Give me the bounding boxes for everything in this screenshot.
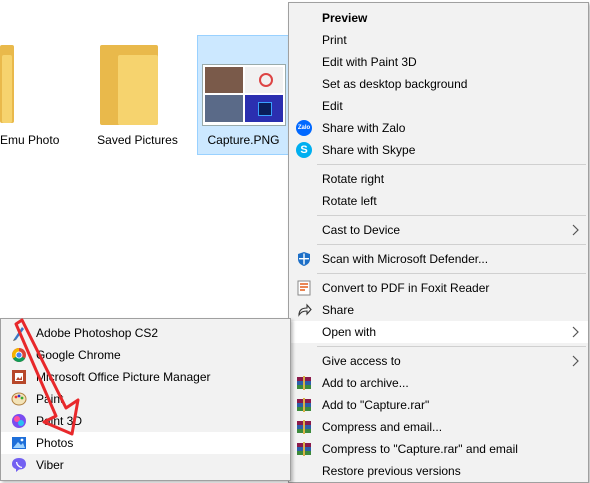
file-label: Capture.PNG xyxy=(207,133,280,147)
folder-icon xyxy=(100,45,160,127)
context-menu: Preview Print Edit with Paint 3D Set as … xyxy=(288,2,589,483)
menu-separator xyxy=(317,346,586,347)
menu-item-print[interactable]: Print xyxy=(289,29,588,51)
menu-item-cast-to-device[interactable]: Cast to Device xyxy=(289,219,588,241)
menu-item-edit-paint3d[interactable]: Edit with Paint 3D xyxy=(289,51,588,73)
folder-tile-saved-pictures[interactable]: Saved Pictures xyxy=(90,0,185,160)
winrar-icon xyxy=(297,376,311,390)
menu-item-share-skype[interactable]: S Share with Skype xyxy=(289,139,588,161)
menu-item-scan-defender[interactable]: Scan with Microsoft Defender... xyxy=(289,248,588,270)
chevron-right-icon xyxy=(572,355,579,367)
menu-item-add-to-capture-rar[interactable]: Add to "Capture.rar" xyxy=(289,394,588,416)
chevron-right-icon xyxy=(572,326,579,338)
winrar-icon xyxy=(297,442,311,456)
winrar-icon xyxy=(297,398,311,412)
folder-tile-emu-photo[interactable]: Emu Photo xyxy=(0,0,70,160)
app-item-viber[interactable]: Viber xyxy=(1,454,290,476)
menu-item-rotate-left[interactable]: Rotate left xyxy=(289,190,588,212)
menu-item-set-desktop-background[interactable]: Set as desktop background xyxy=(289,73,588,95)
annotation-arrow-icon xyxy=(14,318,80,436)
skype-icon: S xyxy=(296,142,312,158)
zalo-icon: Zalo xyxy=(296,120,312,136)
image-thumbnail xyxy=(202,64,286,126)
foxit-icon xyxy=(297,280,311,296)
file-tile-capture-png[interactable]: Capture.PNG xyxy=(197,35,290,155)
menu-separator xyxy=(317,244,586,245)
menu-item-compress-email[interactable]: Compress and email... xyxy=(289,416,588,438)
menu-separator xyxy=(317,273,586,274)
file-label: Saved Pictures xyxy=(97,133,178,147)
menu-item-preview[interactable]: Preview xyxy=(289,7,588,29)
menu-item-convert-pdf-foxit[interactable]: Convert to PDF in Foxit Reader xyxy=(289,277,588,299)
menu-item-share[interactable]: Share xyxy=(289,299,588,321)
menu-item-give-access[interactable]: Give access to xyxy=(289,350,588,372)
menu-item-open-with[interactable]: Open with xyxy=(289,321,588,343)
menu-item-edit[interactable]: Edit xyxy=(289,95,588,117)
menu-item-rotate-right[interactable]: Rotate right xyxy=(289,168,588,190)
menu-item-restore-previous-versions[interactable]: Restore previous versions xyxy=(289,460,588,482)
winrar-icon xyxy=(297,420,311,434)
viber-icon xyxy=(12,458,26,472)
chevron-right-icon xyxy=(572,224,579,236)
defender-icon xyxy=(298,252,310,266)
share-icon xyxy=(298,303,312,317)
folder-icon xyxy=(0,45,60,125)
menu-separator xyxy=(317,215,586,216)
menu-item-compress-capture-email[interactable]: Compress to "Capture.rar" and email xyxy=(289,438,588,460)
menu-item-share-zalo[interactable]: Zalo Share with Zalo xyxy=(289,117,588,139)
menu-item-add-to-archive[interactable]: Add to archive... xyxy=(289,372,588,394)
menu-separator xyxy=(317,164,586,165)
file-label: Emu Photo xyxy=(0,133,60,147)
